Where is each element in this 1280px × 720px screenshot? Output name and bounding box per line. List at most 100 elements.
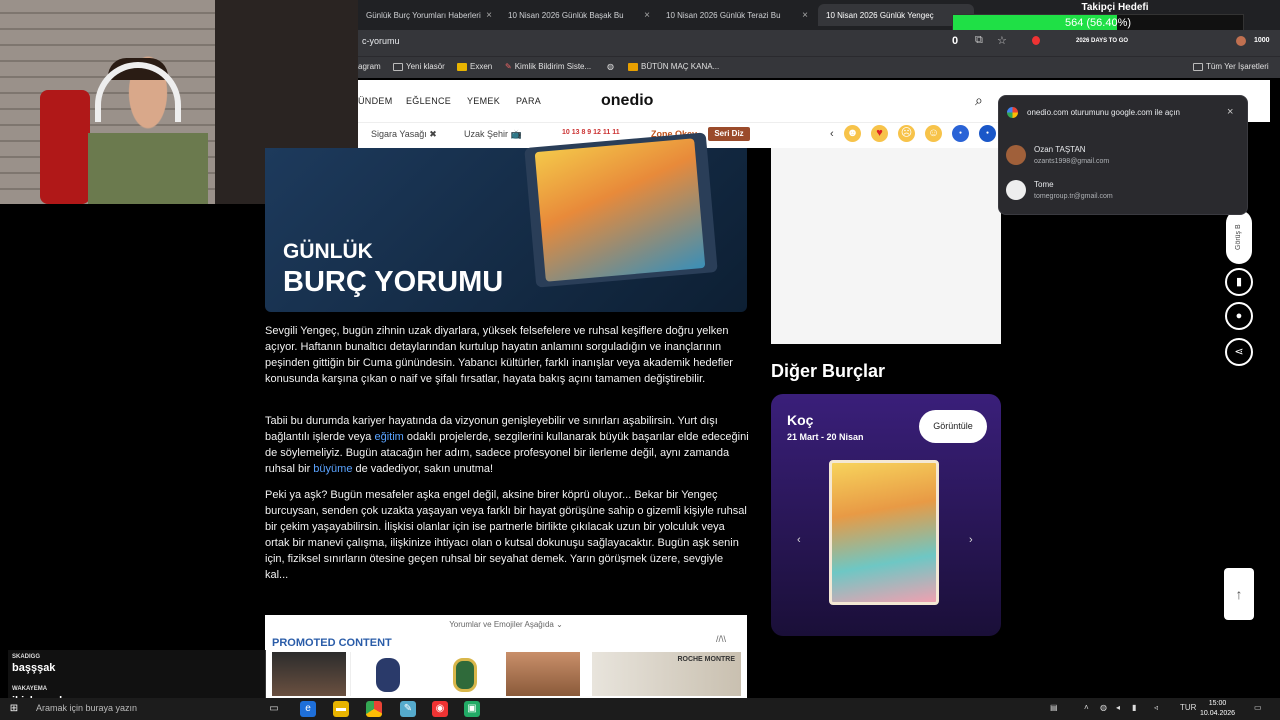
view-button[interactable]: Görüntüle bbox=[919, 410, 987, 443]
search-icon[interactable]: ⌕ bbox=[975, 92, 983, 109]
tab-label: 10 Nisan 2026 Günlük Yengeç bbox=[826, 10, 934, 20]
chevron-up-icon[interactable]: ˄ bbox=[1084, 703, 1089, 712]
link-egitim[interactable]: eğitim bbox=[374, 431, 403, 443]
app-icon[interactable]: ▣ bbox=[464, 701, 480, 717]
tab-1[interactable]: Günlük Burç Yorumları Haberleri × bbox=[358, 4, 498, 26]
bookmark-item[interactable]: ✎ Kimlik Bildirim Siste... bbox=[505, 62, 591, 71]
tray-icon[interactable]: ▮ bbox=[1132, 703, 1136, 712]
clock[interactable]: 15:00 10.04.2026 bbox=[1200, 699, 1235, 719]
nav-gundem[interactable]: ÜNDEM bbox=[358, 96, 393, 106]
exxen-icon bbox=[457, 62, 467, 71]
bookmark-label: Exxen bbox=[470, 62, 493, 71]
promoted-label: PROMOTED CONTENT bbox=[272, 637, 392, 649]
bookmark-folder[interactable]: Yeni klasör bbox=[393, 62, 445, 71]
tab-label: Günlük Burç Yorumları Haberleri bbox=[366, 10, 481, 20]
chevron-left-icon[interactable]: ‹ bbox=[830, 128, 834, 140]
account-name[interactable]: Ozan TAŞTAN bbox=[1034, 145, 1086, 154]
close-icon[interactable]: × bbox=[644, 10, 650, 21]
bookmark-icon[interactable]: ▮ bbox=[1225, 268, 1253, 296]
emoji-icon[interactable]: ☻ bbox=[844, 125, 861, 142]
pen-icon: ✎ bbox=[505, 62, 512, 71]
chat-username: SKADIGG bbox=[12, 654, 41, 660]
follower-progress-text: 564 (56.40%) bbox=[1064, 17, 1132, 29]
avatar[interactable] bbox=[1006, 145, 1026, 165]
tray-icon[interactable]: ▤ bbox=[1050, 703, 1058, 712]
windows-start-icon[interactable]: ⊞ bbox=[6, 701, 22, 717]
close-icon[interactable]: × bbox=[802, 10, 808, 21]
folder-icon bbox=[393, 62, 403, 71]
heart-eyes-icon[interactable]: ♥ bbox=[871, 125, 888, 142]
nav-para[interactable]: PARA bbox=[516, 96, 541, 106]
account-email[interactable]: ozants1998@gmail.com bbox=[1034, 158, 1109, 165]
extension-icon[interactable] bbox=[1032, 36, 1040, 45]
sad-icon[interactable]: ☹ bbox=[898, 125, 915, 142]
promo-watch-image[interactable] bbox=[350, 652, 424, 696]
url-text[interactable]: c-yorumu bbox=[362, 36, 400, 46]
scroll-top-button[interactable]: ↑ bbox=[1224, 568, 1254, 620]
app-icon[interactable]: ◉ bbox=[432, 701, 448, 717]
account-name[interactable]: Tome bbox=[1034, 180, 1054, 189]
account-email[interactable]: tomegroup.tr@gmail.com bbox=[1034, 193, 1113, 200]
days-to-go: 2026 DAYS TO GO bbox=[1076, 38, 1129, 44]
badge-icon[interactable]: ● bbox=[979, 125, 996, 142]
carousel-prev-icon[interactable]: ‹ bbox=[797, 534, 801, 546]
promo-image[interactable]: ROCHE MONTRE bbox=[592, 652, 741, 696]
task-view-icon[interactable]: ▭ bbox=[266, 701, 282, 717]
onedio-logo[interactable]: onedio bbox=[601, 92, 653, 110]
chip-uzak-sehir[interactable]: Uzak Şehir 📺 bbox=[464, 129, 522, 140]
close-icon[interactable]: × bbox=[486, 10, 492, 21]
bookmark-label: Tüm Yer İşaretleri bbox=[1206, 62, 1269, 71]
notifications-icon[interactable]: ▭ bbox=[1254, 703, 1262, 712]
star-icon[interactable]: ☆ bbox=[997, 34, 1007, 47]
comments-toggle[interactable]: Yorumlar ve Emojiler Aşağıda ⌄ bbox=[265, 620, 747, 629]
promo-watch-image[interactable] bbox=[428, 652, 502, 696]
bookmark-label: Kimlik Bildirim Siste... bbox=[514, 62, 592, 71]
nav-yemek[interactable]: YEMEK bbox=[467, 96, 500, 106]
file-explorer-icon[interactable]: ▬ bbox=[333, 701, 349, 717]
bookmark-label: Yeni klasör bbox=[406, 62, 445, 71]
taskbar-search[interactable]: Aramak için buraya yazın bbox=[36, 703, 137, 713]
nav-eglence[interactable]: EĞLENCE bbox=[406, 96, 451, 106]
tab-4-active[interactable]: 10 Nisan 2026 Günlük Yengeç bbox=[818, 4, 974, 26]
address-bar bbox=[358, 30, 1280, 56]
smile-icon[interactable]: ☺ bbox=[925, 125, 942, 142]
tab-2[interactable]: 10 Nisan 2026 Günlük Başak Bu × bbox=[500, 4, 656, 26]
score-counter: 1000 bbox=[1254, 37, 1270, 44]
promo-image[interactable] bbox=[506, 652, 580, 696]
badge-icon[interactable]: ● bbox=[952, 125, 969, 142]
feedback-pill[interactable]: Görüş B bbox=[1226, 210, 1252, 264]
bookmark-label: agram bbox=[358, 62, 381, 71]
carousel-next-icon[interactable]: › bbox=[969, 534, 973, 546]
bookmark-item[interactable]: ◍ bbox=[607, 62, 614, 71]
bookmark-item[interactable]: Exxen bbox=[457, 62, 492, 71]
promo-brand: ROCHE MONTRE bbox=[677, 656, 735, 663]
bookmark-item[interactable]: BÜTÜN MAÇ KANA... bbox=[628, 62, 719, 71]
edge-icon[interactable]: e bbox=[300, 701, 316, 717]
toolbar-counter: 0 bbox=[952, 35, 959, 47]
ad-placeholder bbox=[771, 148, 1001, 344]
tab-label: 10 Nisan 2026 Günlük Başak Bu bbox=[508, 10, 624, 20]
paragraph-text: de vadediyor, sakın unutma! bbox=[352, 463, 494, 475]
chip-sigara[interactable]: Sigara Yasağı ✖ bbox=[371, 129, 437, 140]
close-icon[interactable]: × bbox=[1227, 106, 1233, 118]
chrome-icon[interactable] bbox=[366, 701, 382, 717]
promo-image[interactable] bbox=[272, 652, 346, 696]
promoted-logo: //\\ bbox=[716, 634, 727, 644]
profile-avatar[interactable] bbox=[1236, 36, 1246, 46]
bookmark-item[interactable]: agram bbox=[358, 62, 381, 71]
share-icon[interactable]: ⋖ bbox=[1225, 338, 1253, 366]
all-bookmarks[interactable]: Tüm Yer İşaretleri bbox=[1193, 62, 1269, 71]
avatar[interactable] bbox=[1006, 180, 1026, 200]
tab-3[interactable]: 10 Nisan 2026 Günlük Terazi Bu × bbox=[658, 4, 814, 26]
volume-icon[interactable]: ◂ bbox=[1116, 703, 1120, 712]
comment-icon[interactable]: ● bbox=[1225, 302, 1253, 330]
site-icon bbox=[628, 62, 638, 71]
cast-icon[interactable]: ⧉ bbox=[975, 34, 983, 47]
app-icon[interactable]: ✎ bbox=[400, 701, 416, 717]
language-indicator[interactable]: TUR bbox=[1180, 703, 1196, 712]
volume-icon[interactable]: ◃ bbox=[1154, 703, 1158, 712]
link-buyume[interactable]: büyüme bbox=[313, 463, 352, 475]
article-paragraph-1: Sevgili Yengeç, bugün zihnin uzak diyarl… bbox=[265, 325, 733, 385]
seri-diz-button[interactable]: Seri Diz bbox=[708, 127, 750, 141]
network-icon[interactable]: ◍ bbox=[1100, 703, 1107, 712]
